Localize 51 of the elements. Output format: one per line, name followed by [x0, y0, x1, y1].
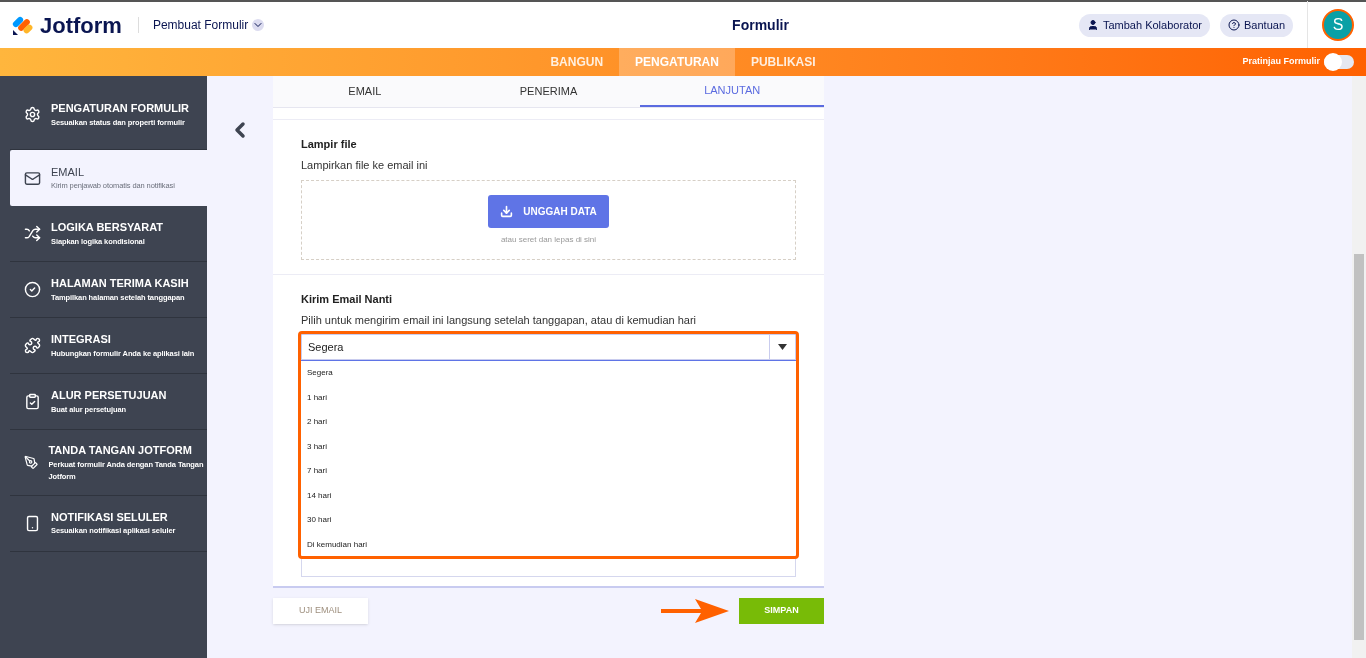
sidebar-item-title: PENGATURAN FORMULIR [51, 101, 189, 117]
email-tab[interactable]: LANJUTAN [640, 76, 824, 107]
pen-icon [24, 453, 39, 471]
sidebar-item-title: TANDA TANGAN JOTFORM [48, 443, 193, 458]
preview-toggle[interactable] [1324, 55, 1354, 69]
email-tab[interactable]: EMAIL [273, 76, 457, 107]
logo-text: Jotform [40, 11, 122, 40]
phone-icon [24, 514, 41, 532]
check-circle-icon [24, 281, 41, 298]
sidebar-item-title: NOTIFIKASI SELULER [51, 509, 169, 525]
dropdown-option[interactable]: 3 hari [301, 434, 796, 459]
section-description: Lampirkan file ke email ini [301, 157, 429, 173]
help-icon [1228, 19, 1240, 31]
scrollbar-thumb[interactable] [1354, 254, 1364, 640]
sidebar-item-title: HALAMAN TERIMA KASIH [51, 276, 189, 292]
download-icon [500, 204, 514, 218]
sidebar-item-title: LOGIKA BERSYARAT [51, 220, 164, 236]
sidebar-item-title: EMAIL [51, 164, 85, 180]
dropdown-option[interactable]: 7 hari [301, 459, 796, 484]
form-title: Formulir [732, 17, 789, 33]
person-icon [1086, 19, 1099, 31]
dropdown-option[interactable]: 1 hari [301, 385, 796, 410]
puzzle-icon [24, 337, 41, 354]
dropdown-caret-icon [778, 344, 787, 350]
shuffle-icon [24, 225, 41, 242]
clipboard-check-icon [24, 393, 41, 410]
upload-button[interactable]: UNGGAH DATA [488, 194, 609, 228]
pointer-arrow-icon [661, 599, 729, 623]
section-description: Pilih untuk mengirim email ini langsung setelah tanggapan, atau di kemudian hari [301, 312, 698, 328]
dropdown-option[interactable]: Segera [301, 361, 796, 386]
preview-label: Pratinjau Formulir [1242, 55, 1320, 69]
section-title: Kirim Email Nanti [301, 292, 394, 307]
envelope-icon [24, 169, 41, 187]
dropdown-option[interactable]: 30 hari [301, 508, 796, 533]
sidebar-item-title: ALUR PERSETUJUAN [51, 388, 167, 404]
dropdown-option[interactable]: 2 hari [301, 410, 796, 435]
chevron-down-icon [252, 19, 265, 31]
gear-icon [24, 106, 41, 123]
dropdown-option[interactable]: 14 hari [301, 483, 796, 508]
help-button[interactable]: Bantuan [1220, 13, 1293, 37]
select-field[interactable] [301, 559, 796, 577]
builder-menu[interactable]: Pembuat Formulir [152, 16, 265, 34]
sidebar-item-title: INTEGRASI [51, 332, 112, 348]
section-title: Lampir file [301, 137, 358, 152]
drop-zone[interactable]: UNGGAH DATA atau seret dan lepas di sini [301, 180, 796, 260]
logo-icon [12, 14, 34, 36]
drop-hint: atau seret dan lepas di sini [500, 233, 597, 246]
email-tab[interactable]: PENERIMA [456, 76, 641, 107]
collaborator-button[interactable]: Tambah Kolaborator [1078, 13, 1210, 37]
delay-select[interactable]: Segera [301, 334, 796, 360]
dropdown-option[interactable]: Di kemudian hari [301, 532, 796, 557]
